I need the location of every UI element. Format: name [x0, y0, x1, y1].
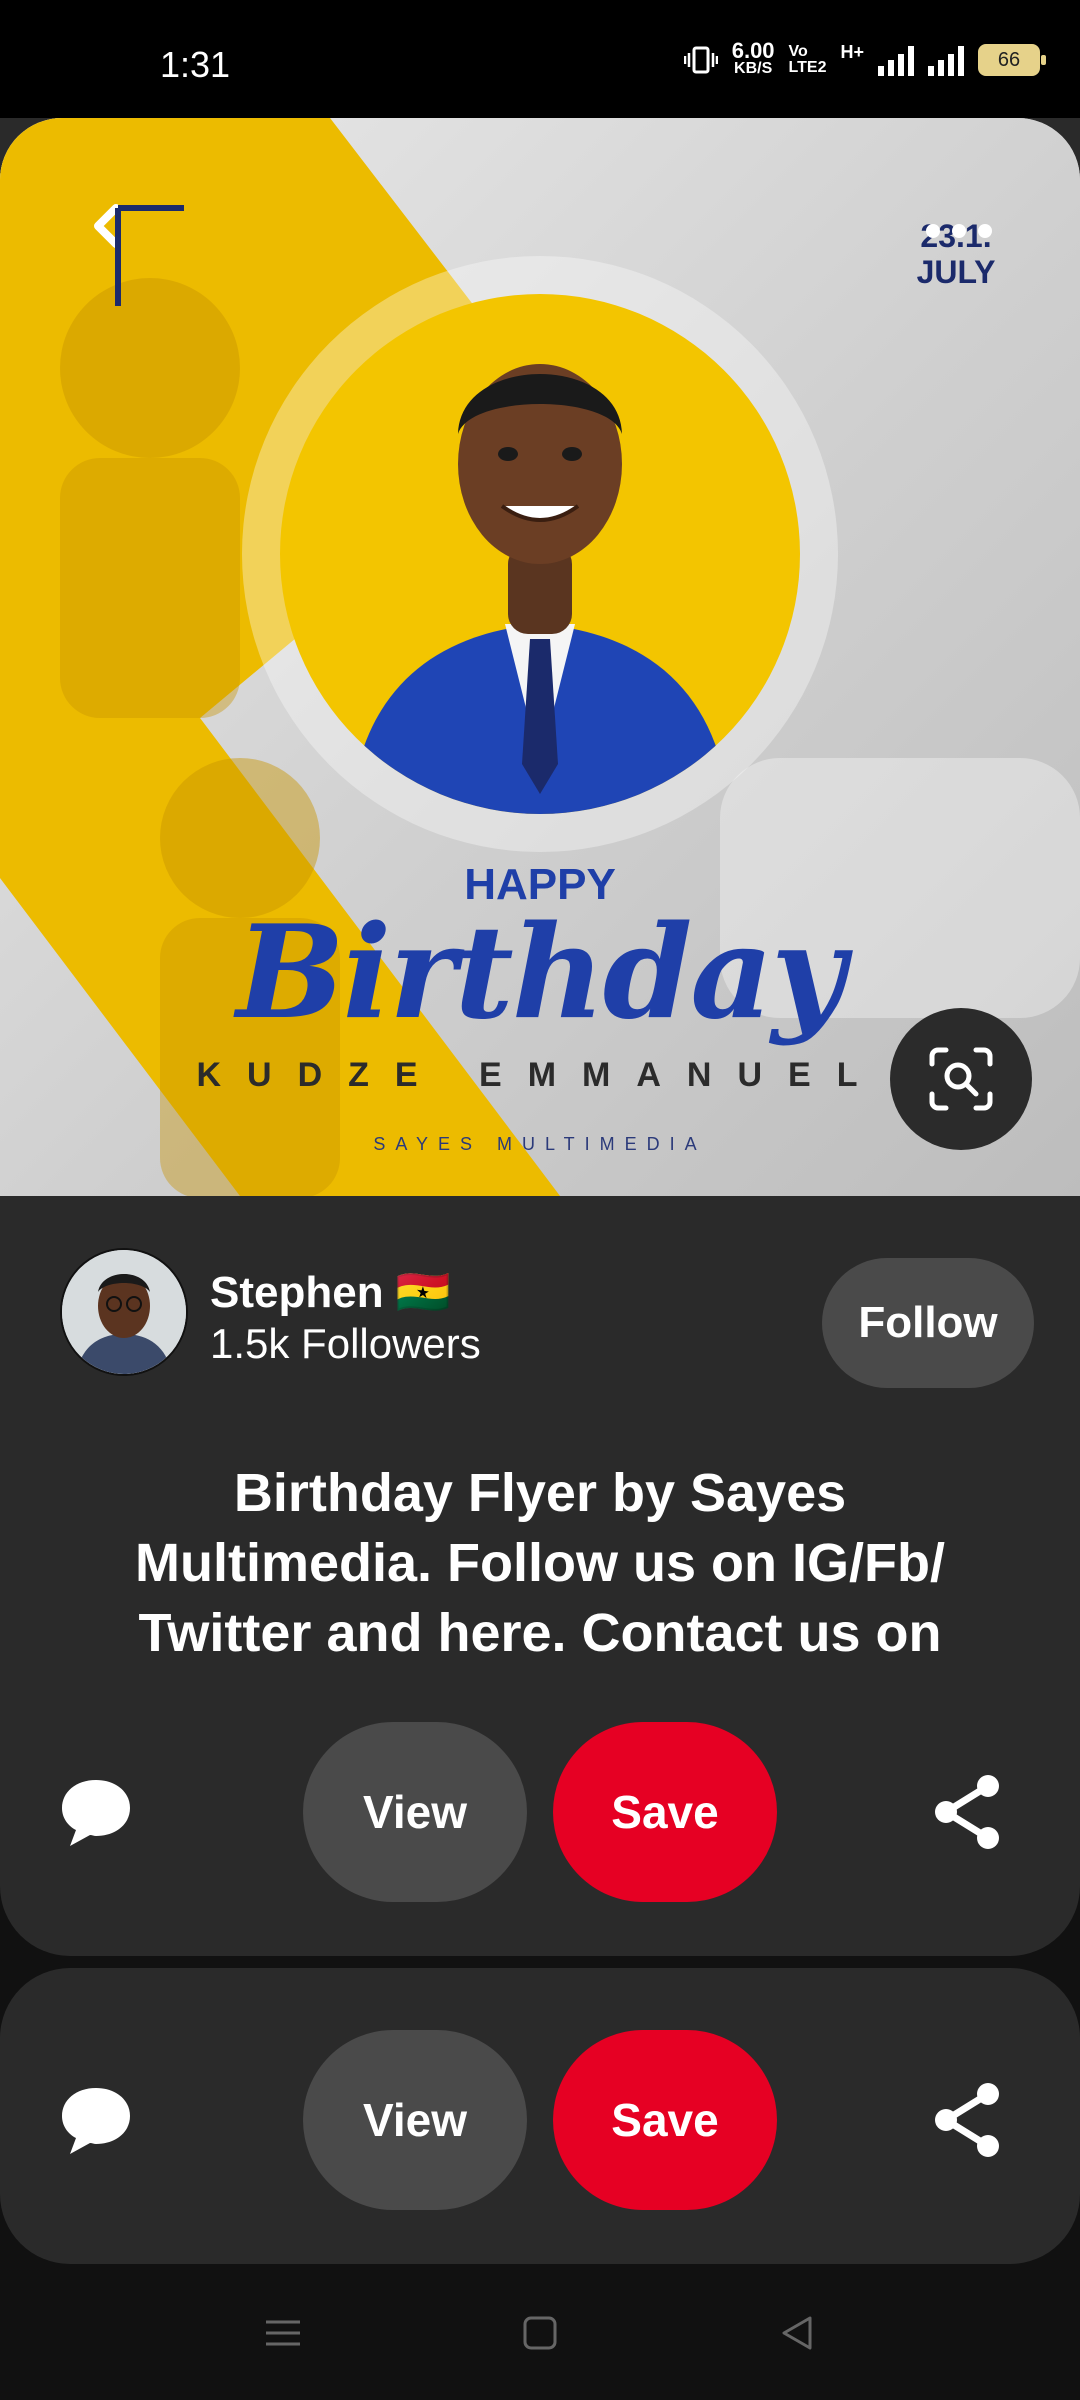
view-button[interactable]: View: [303, 1722, 527, 1902]
share-icon[interactable]: [928, 2080, 1008, 2160]
pin-image[interactable]: 23.1. JULY HAPPY Birthday KUDZE EMMANUEL…: [0, 118, 1080, 1196]
back-arrow-icon[interactable]: [88, 196, 188, 306]
home-square-icon[interactable]: [515, 2308, 565, 2358]
comment-icon[interactable]: [56, 1772, 136, 1852]
status-icons: 6.00 KB/S Vo LTE2 H+ 66: [683, 38, 1046, 78]
visual-search-button[interactable]: [890, 1008, 1032, 1150]
creator-name[interactable]: Stephen 🇬🇭: [210, 1266, 451, 1318]
person-figure: [350, 364, 730, 814]
vibrate-icon: [683, 46, 718, 74]
status-bar: 1:31 6.00 KB/S Vo LTE2 H+ 66: [0, 0, 1080, 118]
back-triangle-icon[interactable]: [772, 2308, 822, 2358]
volte-indicator: Vo LTE2: [788, 43, 827, 76]
net-speed: 6.00 KB/S: [731, 38, 775, 78]
signal-icon-1: [878, 44, 914, 76]
share-icon[interactable]: [928, 1772, 1008, 1852]
network-type: H+: [840, 42, 864, 62]
save-button[interactable]: Save: [553, 1722, 777, 1902]
portrait-photo: [280, 294, 800, 814]
comment-icon[interactable]: [56, 2080, 136, 2160]
creator-followers: 1.5k Followers: [210, 1320, 481, 1367]
flyer-brand: SAYES MULTIMEDIA: [373, 1134, 707, 1154]
signal-icon-2: [928, 44, 964, 76]
avatar[interactable]: [60, 1248, 188, 1376]
save-button[interactable]: Save: [553, 2030, 777, 2210]
system-nav-bar: [0, 2264, 1080, 2400]
visual-search-icon: [929, 1047, 993, 1111]
menu-icon[interactable]: [258, 2308, 308, 2358]
creator-row: Stephen 🇬🇭 1.5k Followers Follow: [60, 1248, 1034, 1388]
more-dots-icon[interactable]: [926, 224, 992, 238]
next-pin-actions: View Save: [0, 2030, 1080, 2210]
pin-actions: View Save: [0, 1722, 1080, 1902]
follow-button[interactable]: Follow: [822, 1258, 1034, 1388]
pin-card: 23.1. JULY HAPPY Birthday KUDZE EMMANUEL…: [0, 118, 1080, 1956]
pin-description: Birthday Flyer by Sayes Multimedia. Foll…: [135, 1463, 945, 1663]
view-button[interactable]: View: [303, 2030, 527, 2210]
status-time: 1:31: [160, 44, 231, 85]
battery-icon: 66: [978, 44, 1046, 76]
next-pin-card: View Save: [0, 1968, 1080, 2264]
